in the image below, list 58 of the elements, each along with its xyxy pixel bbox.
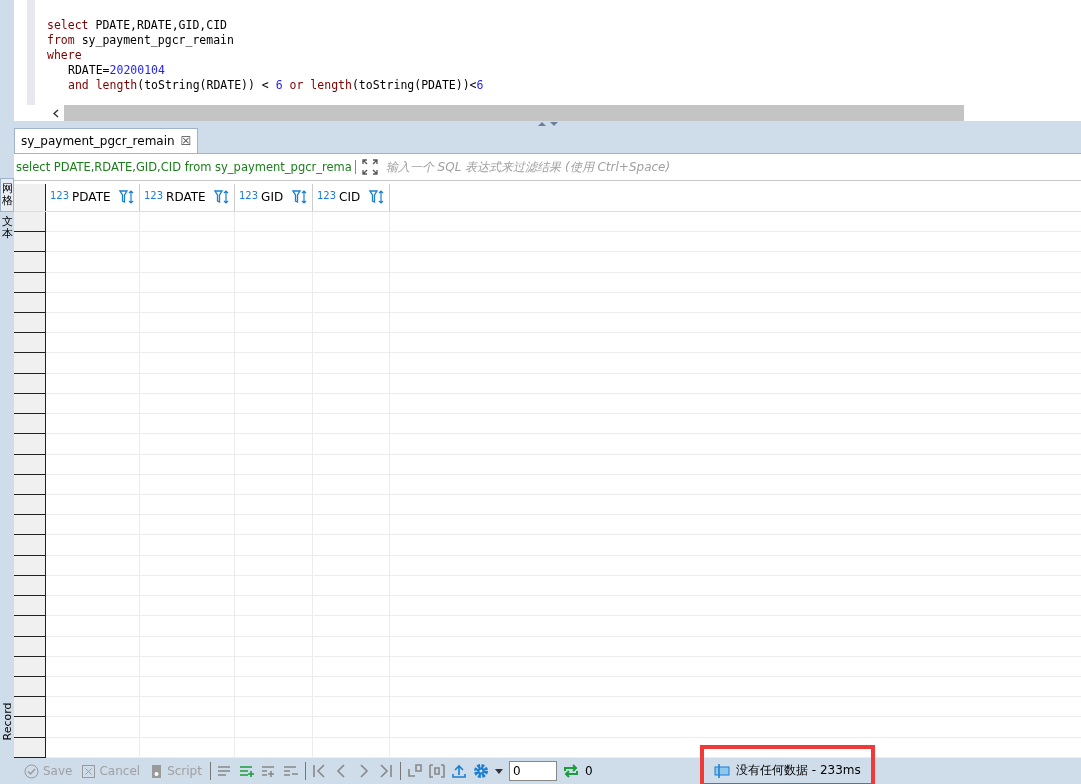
row-header[interactable] [14, 414, 46, 435]
filter-sort-icon[interactable] [292, 190, 308, 205]
filter-sort-icon[interactable] [214, 190, 230, 205]
row-header[interactable] [14, 535, 46, 556]
column-header[interactable]: 123 RDATE [140, 184, 235, 211]
row-header[interactable] [14, 252, 46, 273]
row-header[interactable] [14, 555, 46, 576]
row-header[interactable] [14, 434, 46, 455]
column-header[interactable]: 123 GID [235, 184, 313, 211]
check-icon [24, 763, 39, 779]
row-header[interactable] [14, 616, 46, 637]
cancel-icon [82, 764, 96, 778]
row-header[interactable] [14, 676, 46, 698]
row-header[interactable] [14, 596, 46, 617]
dropdown-caret-icon[interactable] [494, 768, 503, 774]
row-header[interactable] [14, 211, 46, 233]
row-header[interactable] [14, 474, 46, 495]
status-text: 没有任何数据 - 233ms [736, 762, 861, 779]
side-tab[interactable]: 文本 [0, 212, 14, 245]
query-text: select PDATE,RDATE,GID,CID from sy_payment_pgcr_rema [14, 160, 356, 174]
row-count-field[interactable]: 0 [508, 761, 557, 781]
filter-sort-icon[interactable] [119, 190, 135, 205]
panel-icon[interactable] [714, 763, 730, 778]
row-header[interactable] [14, 393, 46, 415]
row-header[interactable] [14, 333, 46, 354]
row-header[interactable] [14, 313, 46, 334]
side-tab[interactable]: Record [0, 689, 14, 754]
expand-icon[interactable] [361, 159, 378, 175]
collapse-arrows-icon[interactable] [536, 121, 559, 127]
row-header[interactable] [14, 272, 46, 293]
column-header[interactable]: 123 PDATE [46, 184, 140, 211]
row-header[interactable] [14, 717, 46, 738]
scrollbar-thumb[interactable] [64, 105, 964, 121]
settings-icon[interactable] [472, 763, 489, 779]
row-header[interactable] [14, 636, 46, 657]
sql-code[interactable]: select PDATE,RDATE,GID,CID from sy_payment_pgcr_remain where RDATE=20200104 and length(toString(RDATE)) < 6 or length(toString(PDATE))<6 [35, 0, 484, 105]
row-header[interactable] [14, 515, 46, 536]
row-header[interactable] [14, 232, 46, 253]
export-icon[interactable] [450, 764, 467, 778]
column-header[interactable]: 123 CID [313, 184, 390, 211]
scroll-left-icon[interactable] [53, 108, 59, 118]
row-header[interactable] [14, 656, 46, 677]
row-header[interactable] [14, 575, 46, 597]
first-page-icon[interactable] [311, 764, 328, 778]
result-tab[interactable]: sy_payment_pgcr_remain ☒ [14, 128, 199, 153]
last-page-icon[interactable] [377, 764, 394, 778]
corner-cell [14, 184, 46, 211]
filter-sort-icon[interactable] [369, 190, 385, 205]
row-header[interactable] [14, 292, 46, 313]
row-header[interactable] [14, 454, 46, 475]
row-header[interactable] [14, 697, 46, 718]
row-header[interactable] [14, 737, 46, 758]
side-tab[interactable]: 网格 [0, 178, 14, 213]
row-header[interactable] [14, 353, 46, 374]
scroll-icon [150, 763, 164, 779]
row-header[interactable] [14, 373, 46, 394]
refresh-count: 0 [584, 764, 593, 778]
row-header[interactable] [14, 495, 46, 516]
